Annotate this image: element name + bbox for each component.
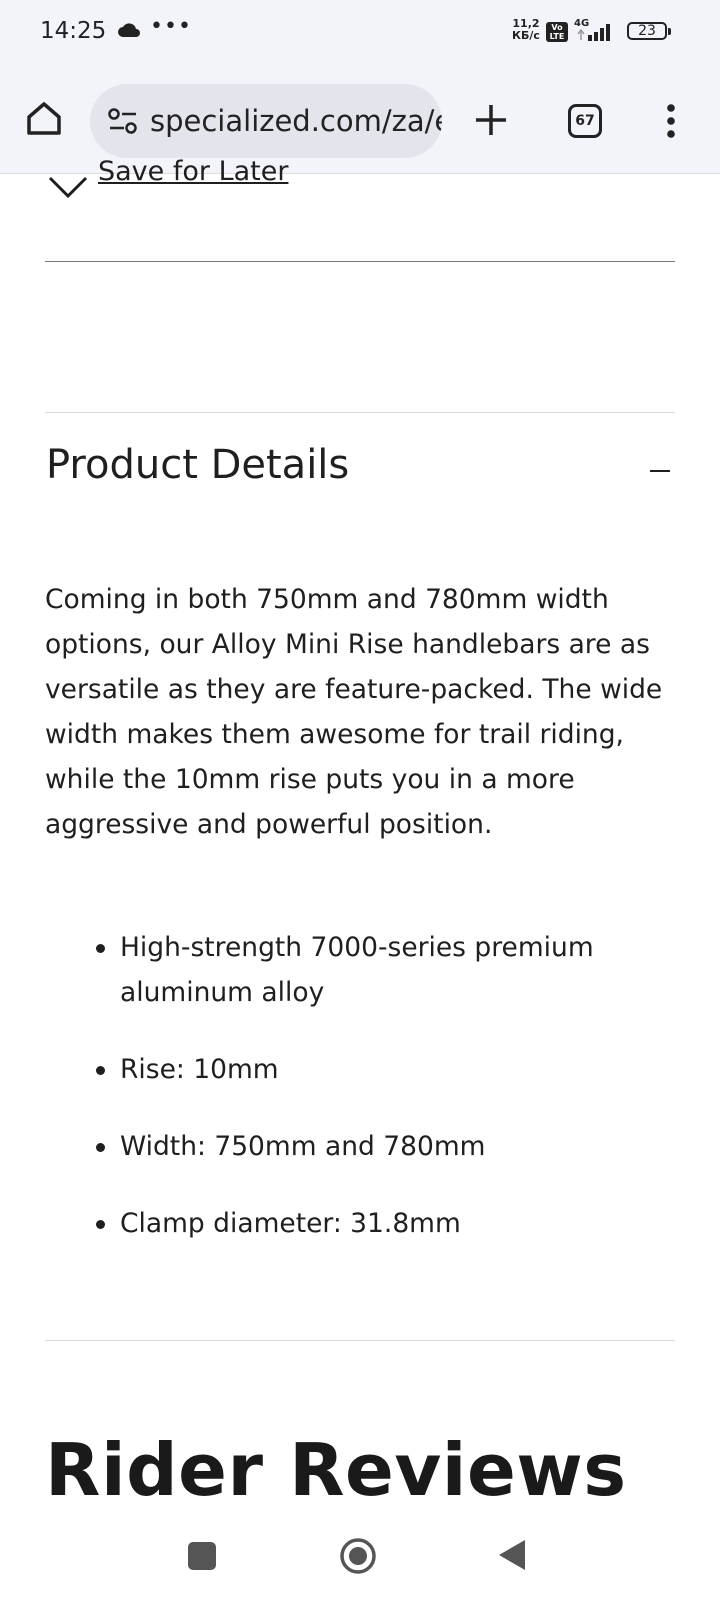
bullet-icon xyxy=(96,944,105,953)
product-description: Coming in both 750mm and 780mm width opt… xyxy=(45,584,663,840)
feature-list: High-strength 7000-series premium alumin… xyxy=(45,925,675,1278)
feature-text: High-strength 7000-series premium alumin… xyxy=(120,932,594,1008)
status-bar: 14:25 ••• 11,2 КБ/с Vo LTE 4G 23 xyxy=(0,0,720,62)
recents-icon[interactable] xyxy=(188,1542,216,1570)
divider xyxy=(45,412,675,413)
divider xyxy=(45,1340,675,1341)
list-item: Width: 750mm and 780mm xyxy=(45,1124,675,1169)
address-bar[interactable]: specialized.com/za/e xyxy=(90,84,442,158)
back-icon[interactable] xyxy=(497,1538,527,1576)
bullet-icon xyxy=(96,1220,105,1229)
feature-text: Rise: 10mm xyxy=(120,1054,279,1085)
site-settings-icon[interactable] xyxy=(108,108,138,138)
network-speed: 11,2 КБ/с xyxy=(512,18,540,42)
save-for-later-label[interactable]: Save for Later xyxy=(98,156,288,187)
bullet-icon xyxy=(96,1066,105,1075)
volte-badge: Vo LTE xyxy=(546,22,568,42)
list-item: Rise: 10mm xyxy=(45,1047,675,1092)
system-nav-bar xyxy=(0,1512,720,1600)
feature-text: Width: 750mm and 780mm xyxy=(120,1131,486,1162)
home-nav-icon[interactable] xyxy=(338,1536,378,1580)
url-text[interactable]: specialized.com/za/e xyxy=(150,104,442,138)
feature-text: Clamp diameter: 31.8mm xyxy=(120,1208,461,1239)
status-overflow: ••• xyxy=(150,14,192,39)
list-item: Clamp diameter: 31.8mm xyxy=(45,1201,675,1246)
cloud-icon xyxy=(117,22,141,42)
signal-icon xyxy=(576,22,620,46)
new-tab-icon[interactable] xyxy=(474,103,508,141)
volte-top: Vo xyxy=(551,23,563,32)
heart-icon xyxy=(48,158,88,202)
bullet-icon xyxy=(96,1143,105,1152)
battery-level: 23 xyxy=(638,23,656,39)
list-item: High-strength 7000-series premium alumin… xyxy=(45,925,675,1015)
product-details-heading[interactable]: Product Details xyxy=(46,442,349,488)
rider-reviews-heading: Rider Reviews xyxy=(45,1428,627,1512)
tab-count: 67 xyxy=(575,113,595,129)
divider xyxy=(45,261,675,262)
network-speed-unit: КБ/с xyxy=(512,29,540,42)
battery-icon: 23 xyxy=(627,22,671,40)
more-menu-icon[interactable] xyxy=(666,104,676,142)
home-icon[interactable] xyxy=(25,100,63,140)
collapse-minus-icon[interactable] xyxy=(650,470,670,472)
volte-bottom: LTE xyxy=(549,32,565,41)
status-time: 14:25 xyxy=(40,18,107,44)
tab-switcher-button[interactable]: 67 xyxy=(568,104,602,138)
